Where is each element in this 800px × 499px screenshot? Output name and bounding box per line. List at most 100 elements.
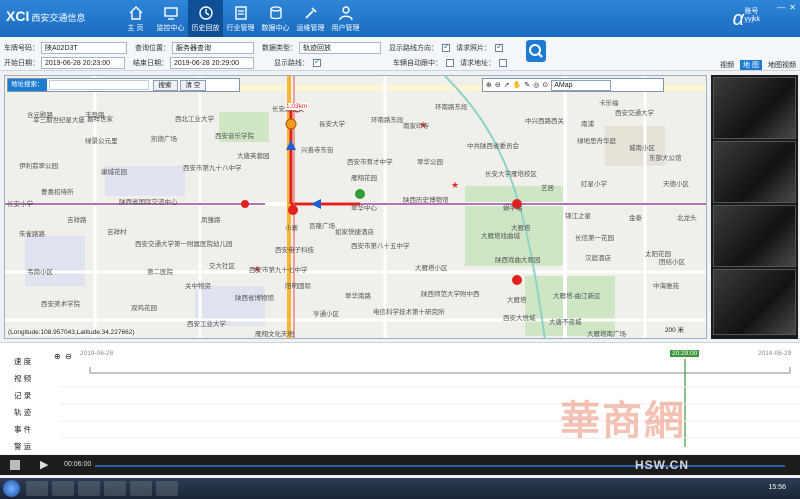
address-clear-button[interactable]: 清 空 xyxy=(179,79,207,91)
nav-tools[interactable]: 运维管理 xyxy=(293,0,328,37)
map-place-label: 艺居 xyxy=(541,185,554,192)
camera-view-3[interactable] xyxy=(713,205,796,267)
query-row-2: 开始日期： 2019-06-28 20:23:00 结束日期： 2019-06-… xyxy=(4,56,509,70)
map-view[interactable]: ★ ★ ★ 长安路立交含元殿路丰登路环南路东段卡乐福西安交通大学幸三期世纪星大厦… xyxy=(4,75,707,339)
req-addr-checkbox[interactable] xyxy=(499,59,507,67)
zoom-in-icon[interactable]: ⊕ xyxy=(486,81,492,89)
stop-icon[interactable] xyxy=(10,460,20,470)
tools-icon xyxy=(304,6,317,19)
map-scale: 200 米 xyxy=(664,327,684,334)
address-search-button[interactable]: 搜索 xyxy=(152,79,178,91)
map-provider-select[interactable]: AMap xyxy=(551,79,612,91)
map-place-label: 翠华中心 xyxy=(351,205,377,212)
map-place-label: 西安大悦城 xyxy=(503,315,536,322)
map-place-label: 曹喜招待所 xyxy=(41,189,74,196)
watermark-url: HSW.CN xyxy=(635,458,689,472)
map-place-label: 大唐芙蓉园 xyxy=(237,153,270,160)
map-place-label: 环南路东段 xyxy=(371,117,404,124)
nav-industry[interactable]: 行业管理 xyxy=(223,0,258,37)
query-bar: 车牌号码： 陕A02D3T 查询位置： 服务器查询 数据类型： 轨迹回放 显示路… xyxy=(0,37,800,71)
map-place-label: 东部大公馆 xyxy=(649,155,682,162)
map-place-label: 陕西师范大学附中西 xyxy=(421,291,480,298)
map-place-label: 长安小学 xyxy=(7,201,33,208)
map-place-label: 西安交通大学 xyxy=(615,110,654,117)
alpha-logo-icon: α xyxy=(732,8,744,30)
start-button[interactable] xyxy=(3,480,20,497)
map-place-label: 兴善寺东街 xyxy=(301,147,334,154)
show-dir-label: 显示路线方向： xyxy=(389,45,438,52)
zoom-out-icon[interactable]: ⊖ xyxy=(495,81,501,89)
minimize-icon[interactable]: — xyxy=(777,3,785,12)
map-place-label: 西安市第九十七中学 xyxy=(249,267,308,274)
map-place-label: 环南路东段 xyxy=(435,104,468,111)
map-place-label: 天德小区 xyxy=(663,181,689,188)
taskbar-app-1[interactable] xyxy=(26,481,48,496)
camera-view-2[interactable] xyxy=(713,141,796,203)
tab-map-video[interactable]: 地图视频 xyxy=(768,60,796,70)
pan-hand-icon[interactable]: ✋ xyxy=(513,81,522,89)
map-place-label: 長安大学 xyxy=(319,121,345,128)
user-icon xyxy=(338,5,353,20)
show-dir-checkbox[interactable] xyxy=(442,42,450,52)
start-date-input[interactable]: 2019-06-28 20:23:00 xyxy=(41,57,125,69)
close-icon[interactable]: ✕ xyxy=(789,3,796,12)
window-controls: — ✕ xyxy=(777,3,796,12)
taskbar-app-4[interactable] xyxy=(104,481,126,496)
plate-input[interactable]: 陕A02D3T xyxy=(41,42,127,54)
account-name: yyjkk xyxy=(744,16,760,23)
marker-icon[interactable]: ⊙ xyxy=(542,81,548,89)
target-icon[interactable]: ◎ xyxy=(533,81,539,89)
account-box[interactable]: 账号 yyjkk xyxy=(744,6,760,23)
nav-user[interactable]: 用户管理 xyxy=(328,0,363,37)
coordinates-readout: (Longitude:108.957043,Latitude:34.227662… xyxy=(7,329,136,336)
show-route-label: 显示路线： xyxy=(274,60,309,67)
data-type-label: 数据类型： xyxy=(262,45,297,52)
logo-subtitle: 西安交通信息 xyxy=(31,13,86,23)
map-place-label: 西北工业大学 xyxy=(175,116,214,123)
nav-data[interactable]: 数据中心 xyxy=(258,0,293,37)
query-search-button[interactable] xyxy=(526,40,546,62)
map-place-label: 交大社区 xyxy=(209,263,235,270)
nav-history[interactable]: 历史回放 xyxy=(188,0,223,37)
map-place-label: 蜗牛站 xyxy=(503,205,523,212)
taskbar-app-6[interactable] xyxy=(156,481,178,496)
map-place-label: 西安工业大学 xyxy=(187,321,226,328)
map-toolbar: ⊕ ⊖ ➚ ✋ ✎ ◎ ⊙ AMap xyxy=(482,78,664,92)
tab-map[interactable]: 地 图 xyxy=(740,60,762,70)
map-place-label: 中兴西路西关 xyxy=(525,118,564,125)
map-place-label: 西安交通大学第一附属医院幼儿园 xyxy=(135,241,233,248)
map-place-label: 幸三期世纪星大厦 xyxy=(33,117,85,124)
map-place-label: 城南小区 xyxy=(629,145,655,152)
address-search-label: 地址搜索： xyxy=(8,79,47,91)
camera-view-1[interactable] xyxy=(713,77,796,139)
pointer-icon[interactable]: ➚ xyxy=(504,81,510,89)
data-type-select[interactable]: 轨迹回放 xyxy=(299,42,381,54)
taskbar-app-3[interactable] xyxy=(78,481,100,496)
nav-home[interactable]: 主 页 xyxy=(118,0,153,37)
app-logo: XCI 西安交通信息 xyxy=(6,8,85,24)
end-date-input[interactable]: 2019-06-28 20:29:00 xyxy=(170,57,254,69)
nav-monitor[interactable]: 监控中心 xyxy=(153,0,188,37)
home-icon xyxy=(129,5,142,20)
show-route-checkbox[interactable] xyxy=(313,57,321,67)
address-search-input[interactable] xyxy=(48,80,149,90)
auto-follow-checkbox[interactable] xyxy=(446,59,454,67)
taskbar-app-5[interactable] xyxy=(130,481,152,496)
query-row-1: 车牌号码： 陕A02D3T 查询位置： 服务器查询 数据类型： 轨迹回放 显示路… xyxy=(4,41,505,55)
req-photo-checkbox[interactable] xyxy=(495,42,503,52)
account-label: 账号 xyxy=(744,8,759,15)
map-place-label: 西安市育才中学 xyxy=(347,159,393,166)
measure-icon[interactable]: ✎ xyxy=(524,81,530,89)
map-address-search: 地址搜索： 搜索 清 空 xyxy=(7,78,240,92)
camera-view-4[interactable] xyxy=(713,269,796,335)
map-place-label: 红星小学 xyxy=(581,181,607,188)
play-icon[interactable]: ▶ xyxy=(40,458,48,471)
tab-video[interactable]: 视频 xyxy=(720,60,734,70)
map-place-label: 雁翔文化天地 xyxy=(255,331,294,338)
map-place-label: 小寨 xyxy=(285,225,298,232)
map-place-label: 如家快捷酒店 xyxy=(335,229,374,236)
query-pos-select[interactable]: 服务器查询 xyxy=(172,42,254,54)
taskbar-app-2[interactable] xyxy=(52,481,74,496)
playback-time: 00:06:00 xyxy=(64,461,92,468)
nav-label: 数据中心 xyxy=(261,24,290,32)
